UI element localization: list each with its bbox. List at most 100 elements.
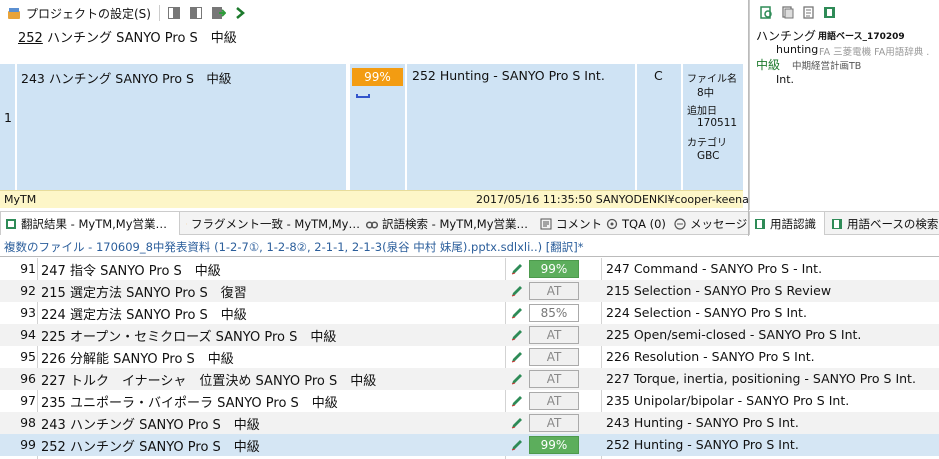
table-row[interactable]: 91 247 指令 SANYO Pro S 中級 99% 247 Command - … [0, 258, 939, 280]
term-note-1: FA 三菱電機 FA用語辞典 . [819, 47, 930, 58]
tm-name: MyTM [4, 193, 37, 206]
table-row[interactable]: 98 243 ハンチング SANYO Pro S 中級 AT 243 Hunting … [0, 412, 939, 434]
match-status-badge: AT [529, 414, 579, 432]
editor-grid: 91 247 指令 SANYO Pro S 中級 99% 247 Command - … [0, 258, 939, 459]
tm-meta-filename-label: ファイル名 [687, 74, 737, 85]
tab-tqa[interactable]: TQA (0) [602, 212, 670, 235]
tab-term-recognition[interactable]: 用語認識 [749, 212, 825, 235]
concordance-icon [366, 220, 378, 229]
source-segment[interactable]: 243 ハンチング SANYO Pro S 中級 [41, 414, 260, 433]
project-settings-icon[interactable] [6, 5, 22, 21]
document-tab-title[interactable]: 複数のファイル - 170609_8中発表資料 (1-2-7①, 1-2-8②,… [0, 237, 939, 257]
term-recognition-panel: ハンチング 用語ベース_170209 hunting FA 三菱電機 FA用語辞… [749, 0, 939, 210]
term-source-1[interactable]: ハンチング [756, 27, 816, 44]
results-tab-bar: 翻訳結果 - MyTM,My営業… フラグメント一致 - MyTM,My… 訳語… [0, 211, 748, 235]
target-segment[interactable]: 235 Unipolar/bipolar - SANYO Pro S Int. [606, 393, 849, 408]
tm-flag: C [654, 68, 663, 83]
source-segment[interactable]: 226 分解能 SANYO Pro S 中級 [41, 348, 234, 367]
source-segment[interactable]: 235 ユニポーラ・バイポーラ SANYO Pro S 中級 [41, 392, 338, 411]
termbase-name-1: 用語ベース_170209 [818, 32, 905, 42]
tm-source-text: 243 ハンチング SANYO Pro S 中級 [21, 71, 232, 86]
message-icon [674, 217, 686, 230]
segment-number: 92 [20, 283, 36, 298]
edit-pencil-icon [511, 352, 522, 363]
segment-number: 98 [20, 415, 36, 430]
match-status-badge: AT [529, 282, 579, 300]
termbase-settings-icon[interactable] [823, 6, 836, 19]
match-status-badge: AT [529, 392, 579, 410]
tm-difference-marker [356, 94, 370, 98]
tm-origin-info: 2017/05/16 11:35:50 SANYODENKI¥cooper-ke… [476, 193, 756, 206]
tab-termbase-search[interactable]: 用語ベースの検索 [827, 212, 939, 235]
source-segment[interactable]: 252 ハンチング SANYO Pro S 中級 [41, 436, 260, 455]
source-segment[interactable]: 247 指令 SANYO Pro S 中級 [41, 260, 221, 279]
source-segment[interactable]: 224 選定方法 SANYO Pro S 中級 [41, 304, 247, 323]
target-segment[interactable]: 224 Selection - SANYO Pro S Int. [606, 305, 807, 320]
tm-meta-filename: 8中 [697, 87, 715, 99]
term-details-icon[interactable] [802, 6, 815, 19]
edit-pencil-icon [511, 264, 522, 275]
term-source-2[interactable]: 中級 [756, 56, 780, 73]
termbase-name-2: 中期経営計画TB [792, 61, 862, 72]
source-segment[interactable]: 225 オープン・セミクローズ SANYO Pro S 中級 [41, 326, 336, 345]
tm-meta-date: 170511 [697, 117, 738, 129]
edit-pencil-icon [511, 374, 522, 385]
active-source-segment: 252 ハンチング SANYO Pro S 中級 [18, 27, 237, 46]
table-row[interactable]: 94 225 オープン・セミクローズ SANYO Pro S 中級 AT 225 Op… [0, 324, 939, 346]
segment-number: 93 [20, 305, 36, 320]
table-row[interactable]: 95 226 分解能 SANYO Pro S 中級 AT 226 Resolution… [0, 346, 939, 368]
edit-pencil-icon [511, 286, 522, 297]
tab-fragment-match-label: フラグメント一致 - MyTM,My… [190, 216, 360, 231]
tqa-icon [606, 218, 618, 229]
source-segment[interactable]: 227 トルク イナーシャ 位置決め SANYO Pro S 中級 [41, 370, 376, 389]
tm-target-cell[interactable]: 252 Hunting - SANYO Pro S Int. [407, 64, 635, 190]
play-icon[interactable] [232, 5, 248, 21]
tab-messages[interactable]: メッセージ [670, 212, 748, 235]
source-segment-number: 252 [18, 31, 43, 46]
tm-meta-category-label: カテゴリ [687, 138, 727, 149]
table-row[interactable]: 93 224 選定方法 SANYO Pro S 中級 85% 224 Selectio… [0, 302, 939, 324]
target-segment[interactable]: 225 Open/semi-closed - SANYO Pro S Int. [606, 327, 861, 342]
edit-pencil-icon [511, 330, 522, 341]
match-status-badge: 85% [529, 304, 579, 322]
search-term-icon[interactable] [760, 6, 773, 19]
tm-row-number-cell: 1 [0, 64, 15, 190]
copy-term-icon[interactable] [781, 6, 794, 19]
table-layout-alt-icon[interactable] [188, 5, 204, 21]
term-target-1[interactable]: hunting [776, 43, 818, 56]
table-row[interactable]: 92 215 選定方法 SANYO Pro S 復習 AT 215 Selection… [0, 280, 939, 302]
tm-source-cell[interactable]: 243 ハンチング SANYO Pro S 中級 [17, 64, 346, 190]
edit-pencil-icon [511, 440, 522, 451]
table-row[interactable]: 99 252 ハンチング SANYO Pro S 中級 99% 252 Hunting… [0, 434, 939, 456]
target-segment[interactable]: 247 Command - SANYO Pro S - Int. [606, 261, 822, 276]
toolbar-separator [158, 5, 160, 21]
tab-fragment-match[interactable]: フラグメント一致 - MyTM,My… [182, 212, 360, 235]
target-segment[interactable]: 215 Selection - SANYO Pro S Review [606, 283, 831, 298]
target-segment[interactable]: 226 Resolution - SANYO Pro S Int. [606, 349, 815, 364]
project-settings-menu[interactable]: プロジェクトの設定(S) [26, 5, 151, 22]
tab-comments-label: コメント [556, 216, 602, 231]
tab-translation-results[interactable]: 翻訳結果 - MyTM,My営業… [0, 212, 180, 235]
segment-number: 97 [20, 393, 36, 408]
tab-translation-results-label: 翻訳結果 - MyTM,My営業… [21, 216, 168, 231]
translation-results-icon [6, 218, 16, 229]
tab-concordance-search[interactable]: 訳語検索 - MyTM,My営業… [362, 212, 534, 235]
table-layout-icon[interactable] [166, 5, 182, 21]
target-segment[interactable]: 243 Hunting - SANYO Pro S Int. [606, 415, 799, 430]
target-segment[interactable]: 227 Torque, inertia, positioning - SANYO… [606, 371, 916, 386]
project-toolbar: プロジェクトの設定(S) [0, 0, 748, 26]
table-row[interactable]: 96 227 トルク イナーシャ 位置決め SANYO Pro S 中級 AT 227… [0, 368, 939, 390]
source-segment[interactable]: 215 選定方法 SANYO Pro S 復習 [41, 282, 247, 301]
match-status-badge: AT [529, 348, 579, 366]
export-icon[interactable] [210, 5, 226, 21]
table-row[interactable]: 97 235 ユニポーラ・バイポーラ SANYO Pro S 中級 AT 235 Un… [0, 390, 939, 412]
tab-termbase-search-label: 用語ベースの検索 [847, 216, 939, 231]
target-segment[interactable]: 252 Hunting - SANYO Pro S Int. [606, 437, 799, 452]
source-segment-text: ハンチング SANYO Pro S 中級 [42, 31, 237, 46]
tm-row-number: 1 [4, 110, 12, 125]
term-target-2[interactable]: Int. [776, 73, 794, 86]
tab-comments[interactable]: コメント [536, 212, 602, 235]
segment-number: 99 [20, 437, 36, 452]
tm-match-score: 99% [352, 68, 403, 86]
segment-number: 91 [20, 261, 36, 276]
